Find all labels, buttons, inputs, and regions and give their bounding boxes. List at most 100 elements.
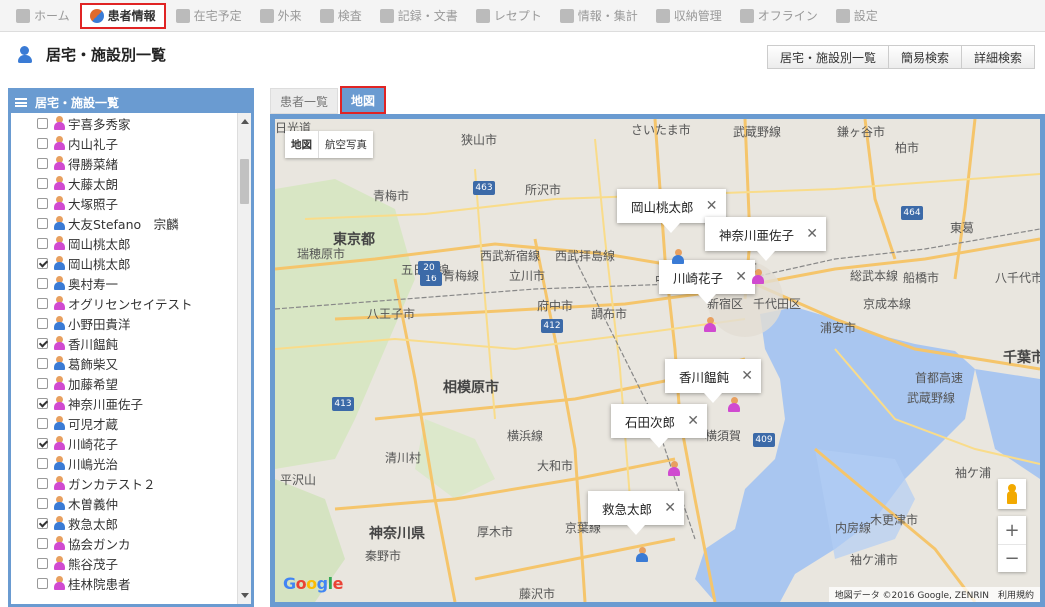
- patient-checkbox[interactable]: [37, 477, 48, 489]
- patient-checkbox[interactable]: [37, 157, 48, 169]
- patient-checkbox[interactable]: [37, 357, 48, 369]
- patient-checkbox[interactable]: [37, 197, 48, 209]
- map-place-label: 神奈川県: [369, 526, 425, 542]
- patient-info-icon: [89, 8, 104, 23]
- zoom-in-button[interactable]: +: [998, 516, 1026, 544]
- nav-item-8[interactable]: 収納管理: [648, 3, 730, 29]
- close-icon[interactable]: ✕: [687, 413, 699, 429]
- close-icon[interactable]: ✕: [664, 500, 676, 516]
- scrollbar[interactable]: [237, 113, 251, 604]
- list-item[interactable]: 神奈川亜佐子: [11, 393, 237, 413]
- list-item[interactable]: 可児才蔵: [11, 413, 237, 433]
- patient-checkbox[interactable]: [37, 457, 48, 469]
- map-info-window[interactable]: 救急太郎 ✕: [588, 491, 685, 535]
- close-icon[interactable]: ✕: [806, 226, 818, 242]
- road-shield: 463: [473, 181, 495, 195]
- nav-item-1[interactable]: 患者情報: [79, 2, 166, 29]
- patient-checkbox[interactable]: [37, 177, 48, 189]
- map[interactable]: 狭山市所沢市さいたま市武蔵野線鎌ヶ谷市柏市青梅市東京都五日市線西武新宿線西武拝島…: [270, 114, 1045, 607]
- patient-checkbox[interactable]: [37, 557, 48, 569]
- patient-checkbox[interactable]: [37, 277, 48, 289]
- patient-checkbox[interactable]: [37, 577, 48, 589]
- list-item[interactable]: 熊谷茂子: [11, 553, 237, 573]
- list-item[interactable]: 救急太郎: [11, 513, 237, 533]
- nav-item-4[interactable]: 検査: [312, 3, 370, 29]
- patient-marker-icon[interactable]: [667, 461, 681, 477]
- list-item[interactable]: 得勝菜緒: [11, 153, 237, 173]
- list-item[interactable]: 加藤希望: [11, 373, 237, 393]
- list-item[interactable]: 葛飾柴又: [11, 353, 237, 373]
- scroll-up-icon[interactable]: [241, 119, 249, 124]
- map-type-satellite-button[interactable]: 航空写真: [319, 131, 373, 158]
- close-icon[interactable]: ✕: [741, 368, 753, 384]
- simple-search-button[interactable]: 簡易検索: [887, 45, 962, 69]
- list-item[interactable]: 川崎花子: [11, 433, 237, 453]
- patient-checkbox[interactable]: [37, 417, 48, 429]
- list-item[interactable]: 大塚照子: [11, 193, 237, 213]
- nav-item-2[interactable]: 在宅予定: [168, 3, 250, 29]
- tab-map[interactable]: 地図: [340, 86, 387, 114]
- list-item[interactable]: 岡山桃太郎: [11, 253, 237, 273]
- list-item[interactable]: 宇喜多秀家: [11, 113, 237, 133]
- list-item[interactable]: ガンカテスト２: [11, 473, 237, 493]
- nav-item-6[interactable]: レセプト: [468, 3, 550, 29]
- nav-item-9[interactable]: オフライン: [732, 3, 826, 29]
- close-icon[interactable]: ✕: [735, 269, 747, 285]
- patient-checkbox[interactable]: [37, 217, 48, 229]
- patient-checkbox[interactable]: [37, 517, 48, 529]
- patient-checkbox[interactable]: [37, 397, 48, 409]
- nav-item-7[interactable]: 情報・集計: [552, 3, 646, 29]
- tab-patient-list[interactable]: 患者一覧: [270, 88, 339, 114]
- nav-item-10[interactable]: 設定: [828, 3, 886, 29]
- patient-checkbox[interactable]: [37, 137, 48, 149]
- street-view-pegman-icon[interactable]: [998, 479, 1026, 509]
- facility-list-button[interactable]: 居宅・施設別一覧: [766, 45, 889, 69]
- map-info-window[interactable]: 川崎花子 ✕: [659, 260, 756, 304]
- scrollbar-thumb[interactable]: [240, 159, 249, 204]
- scroll-down-icon[interactable]: [241, 593, 249, 598]
- map-place-label: 横須賀: [705, 429, 742, 443]
- list-item[interactable]: 大友Stefano 宗麟: [11, 213, 237, 233]
- list-item[interactable]: 香川饂飩: [11, 333, 237, 353]
- nav-item-5[interactable]: 記録・文書: [372, 3, 466, 29]
- patient-marker-icon[interactable]: [703, 317, 717, 333]
- patient-checkbox[interactable]: [37, 377, 48, 389]
- close-icon[interactable]: ✕: [706, 198, 718, 214]
- patient-checkbox[interactable]: [37, 437, 48, 449]
- patient-icon: [53, 456, 65, 470]
- patient-checkbox[interactable]: [37, 257, 48, 269]
- patient-marker-icon[interactable]: [727, 397, 741, 413]
- patient-marker-icon[interactable]: [635, 547, 649, 563]
- list-item[interactable]: オグリセンセイテスト: [11, 293, 237, 313]
- list-item[interactable]: 木曽義仲: [11, 493, 237, 513]
- list-item[interactable]: 内山礼子: [11, 133, 237, 153]
- map-info-window[interactable]: 石田次郎 ✕: [611, 404, 708, 448]
- patient-checkbox[interactable]: [37, 117, 48, 129]
- list-item[interactable]: 川嶋光治: [11, 453, 237, 473]
- nav-item-0[interactable]: ホーム: [8, 3, 78, 29]
- patient-checkbox[interactable]: [37, 297, 48, 309]
- patient-marker-icon[interactable]: [671, 249, 685, 265]
- patient-marker-icon[interactable]: [751, 269, 765, 285]
- list-item[interactable]: 奥村寿一: [11, 273, 237, 293]
- nav-item-label: 検査: [337, 9, 362, 23]
- list-item[interactable]: 岡山桃太郎: [11, 233, 237, 253]
- list-item[interactable]: 協会ガンカ: [11, 533, 237, 553]
- patient-name: 奥村寿一: [68, 276, 119, 292]
- patient-name: 川崎花子: [68, 436, 119, 452]
- patient-checkbox[interactable]: [37, 237, 48, 249]
- patient-checkbox[interactable]: [37, 317, 48, 329]
- map-type-map-button[interactable]: 地図: [285, 131, 319, 158]
- list-item[interactable]: 大藤太朗: [11, 173, 237, 193]
- detail-search-button[interactable]: 詳細検索: [960, 45, 1035, 69]
- list-item[interactable]: 桂林院患者: [11, 573, 237, 593]
- list-item[interactable]: 小野田貴洋: [11, 313, 237, 333]
- map-info-window[interactable]: 香川饂飩 ✕: [665, 359, 762, 403]
- map-place-label: 相模原市: [443, 380, 499, 396]
- zoom-out-button[interactable]: −: [998, 544, 1026, 572]
- patient-checkbox[interactable]: [37, 337, 48, 349]
- nav-item-3[interactable]: 外来: [252, 3, 310, 29]
- patient-checkbox[interactable]: [37, 497, 48, 509]
- patient-checkbox[interactable]: [37, 537, 48, 549]
- map-info-window[interactable]: 神奈川亜佐子 ✕: [705, 217, 827, 261]
